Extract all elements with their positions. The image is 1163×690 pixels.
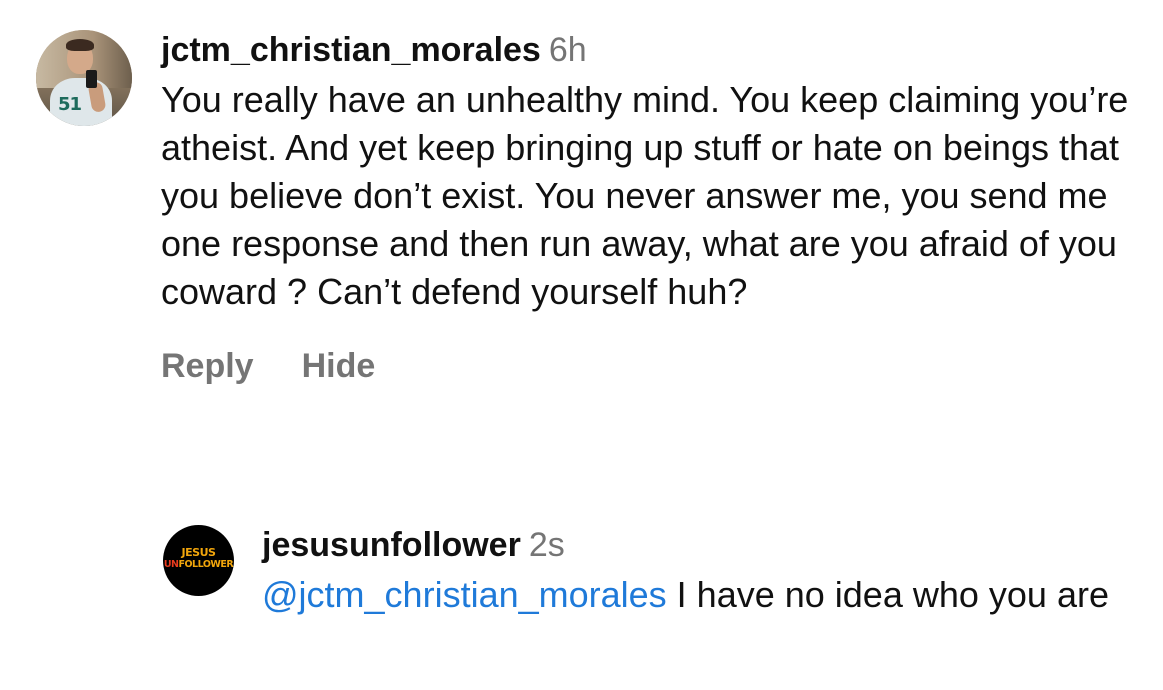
comment-header: jesusunfollower 2s xyxy=(262,525,1142,565)
comment-header: jctm_christian_morales 6h xyxy=(161,30,1146,70)
comment-timestamp: 6h xyxy=(548,31,587,69)
avatar-logo-line2-suffix: FOLLOWER xyxy=(178,559,234,570)
reply-button[interactable]: Reply xyxy=(161,346,254,386)
comment-text: @jctm_christian_morales I have no idea w… xyxy=(262,571,1142,619)
mention-link[interactable]: @jctm_christian_morales xyxy=(262,574,667,615)
comment-body: jesusunfollower 2s @jctm_christian_morale… xyxy=(262,525,1142,619)
comment-text: You really have an unhealthy mind. You k… xyxy=(161,79,1129,312)
avatar[interactable]: JESUS UNFOLLOWER xyxy=(163,525,234,596)
avatar-logo-line2-prefix: UN xyxy=(163,559,179,570)
comment-username[interactable]: jctm_christian_morales xyxy=(161,31,541,69)
comment-username[interactable]: jesusunfollower xyxy=(262,526,521,564)
comment-actions: Reply Hide xyxy=(161,346,1146,386)
comment-text-body: I have no idea who you are xyxy=(666,574,1109,615)
avatar-logo-line1: JESUS xyxy=(181,546,216,559)
avatar[interactable]: 51 xyxy=(36,30,132,126)
avatar-photo-phone xyxy=(86,70,97,88)
avatar-photo-hair xyxy=(66,39,94,51)
comment-timestamp: 2s xyxy=(528,526,565,564)
avatar-logo-line2: UNFOLLOWER xyxy=(163,559,234,570)
hide-button[interactable]: Hide xyxy=(302,346,376,386)
comment-body: jctm_christian_morales 6h You really have… xyxy=(161,30,1146,386)
